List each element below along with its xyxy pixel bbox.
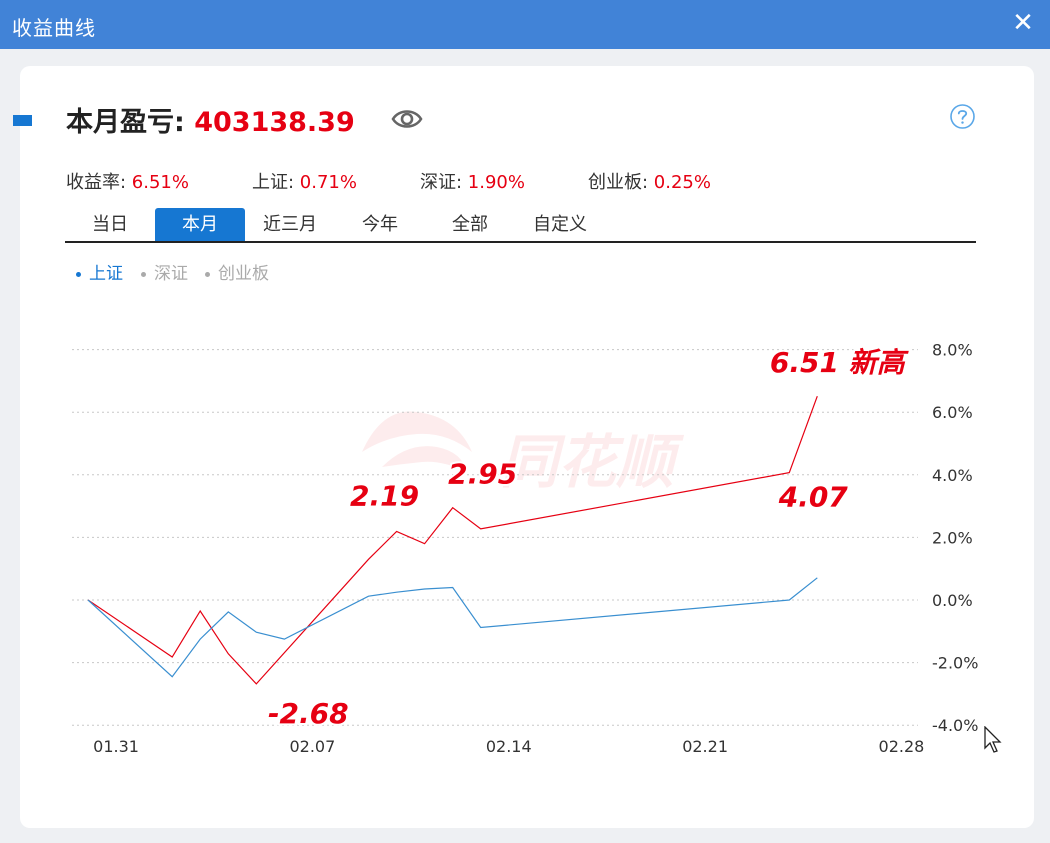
data-label: 2.19: [350, 479, 419, 512]
x-tick-label: 01.31: [93, 737, 139, 756]
y-tick-label: 4.0%: [932, 466, 973, 485]
y-tick-label: 0.0%: [932, 591, 973, 610]
watermark-text: 同花顺: [500, 428, 685, 496]
data-label: -2.68: [268, 697, 349, 730]
data-label: 4.07: [778, 481, 849, 514]
y-tick-label: -4.0%: [932, 716, 978, 735]
x-tick-label: 02.21: [682, 737, 728, 756]
x-tick-label: 02.28: [879, 737, 925, 756]
y-tick-label: 2.0%: [932, 528, 973, 547]
x-tick-label: 02.07: [289, 737, 335, 756]
y-tick-label: 6.0%: [932, 403, 973, 422]
y-tick-label: 8.0%: [932, 341, 973, 360]
shanghai-index-line: [87, 577, 818, 678]
profit-chart: 同花顺 8.0% 6.0% 4.0% 2.0% 0.0% -2.0% -4.0% 01.31 0…: [72, 341, 978, 756]
data-label: 6.51 新高: [770, 346, 910, 379]
data-label: 2.95: [448, 458, 517, 491]
mouse-cursor-icon: [984, 726, 1002, 753]
y-tick-label: -2.0%: [932, 654, 978, 673]
x-tick-label: 02.14: [486, 737, 532, 756]
profit-curve-window: 收益曲线 ✕ 本月盈亏: 403138.39 收益率: 6.51% 上证: 0.…: [0, 0, 1050, 843]
